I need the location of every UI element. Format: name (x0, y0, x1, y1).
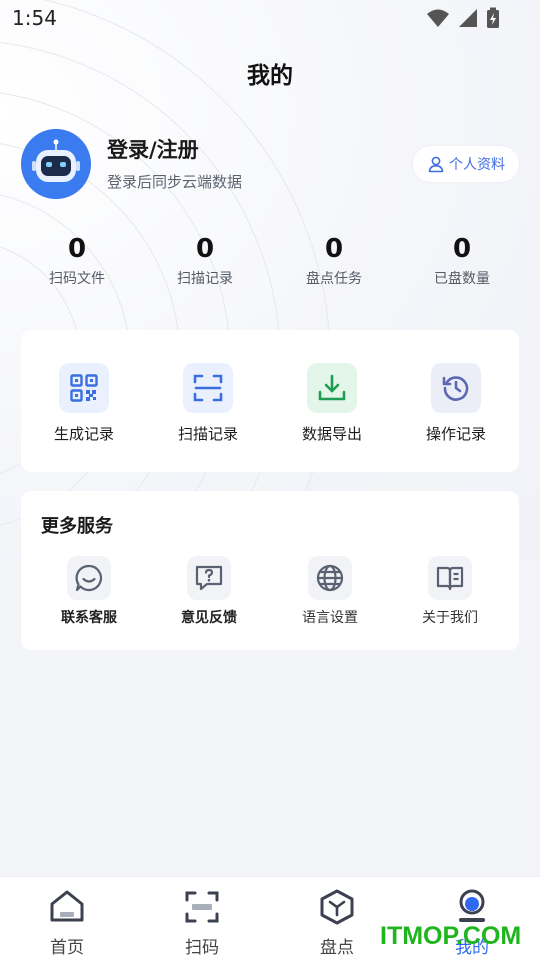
scan-frame-icon (193, 374, 223, 402)
more-services-title: 更多服务 (41, 516, 113, 537)
tool-label: 操作记录 (425, 425, 486, 443)
stat-label: 扫码文件 (49, 271, 105, 287)
stat-scan-files[interactable]: 0 扫码文件 (27, 232, 127, 288)
service-icon-box (187, 556, 231, 600)
tool-label: 生成记录 (53, 425, 114, 443)
stat-label: 扫描记录 (177, 271, 233, 287)
tab-scan[interactable]: 扫码 (147, 887, 257, 958)
tab-inventory[interactable]: 盘点 (282, 887, 392, 958)
signal-icon (459, 9, 477, 27)
service-icon-box (67, 556, 111, 600)
stat-value: 0 (195, 234, 215, 264)
avatar[interactable] (21, 129, 91, 199)
stat-value: 0 (324, 234, 344, 264)
page-title: 我的 (247, 63, 293, 89)
status-icons (426, 7, 500, 29)
stat-label: 已盘数量 (434, 271, 490, 287)
globe-icon (316, 564, 344, 592)
inventory-box-icon (320, 889, 354, 925)
battery-charging-icon (487, 7, 499, 28)
robot-avatar-icon (32, 139, 80, 182)
tab-label: 盘点 (320, 938, 354, 958)
person-icon (428, 156, 444, 173)
feedback-icon (195, 565, 223, 591)
profile-button[interactable]: 个人资料 (413, 146, 519, 182)
service-about-us[interactable]: 关于我们 (395, 556, 505, 627)
tool-scan-records[interactable]: 扫描记录 (153, 363, 263, 444)
book-icon (436, 566, 464, 591)
tab-label: 首页 (50, 938, 84, 958)
tool-label: 扫描记录 (177, 425, 238, 443)
tool-label: 数据导出 (301, 425, 362, 443)
login-subtitle: 登录后同步云端数据 (107, 173, 243, 191)
wifi-icon (427, 9, 449, 27)
stats-row: 0 扫码文件 0 扫描记录 0 盘点任务 0 已盘数量 (0, 232, 540, 296)
tool-generate-records[interactable]: 生成记录 (29, 363, 139, 444)
service-label: 关于我们 (422, 610, 478, 626)
stat-value: 0 (67, 234, 87, 264)
login-register-link[interactable]: 登录/注册 (107, 134, 199, 164)
service-icon-box (428, 556, 472, 600)
more-services-card: 更多服务 联系客服 意见反馈 语言设置 关于我们 (21, 491, 519, 650)
history-icon (442, 376, 469, 401)
stat-value: 0 (452, 234, 472, 264)
download-icon (318, 374, 346, 401)
home-icon (50, 890, 84, 922)
service-label: 联系客服 (61, 610, 117, 626)
stat-inventory-tasks[interactable]: 0 盘点任务 (284, 232, 384, 288)
qrcode-icon (70, 374, 98, 402)
chat-smile-icon (75, 564, 103, 592)
service-language-settings[interactable]: 语言设置 (275, 556, 385, 627)
service-contact-support[interactable]: 联系客服 (34, 556, 144, 627)
service-feedback[interactable]: 意见反馈 (154, 556, 264, 627)
service-icon-box (308, 556, 352, 600)
status-bar: 1:54 (0, 0, 540, 36)
watermark: ITMOP.COM (380, 922, 522, 950)
stat-scan-records[interactable]: 0 扫描记录 (155, 232, 255, 288)
tool-data-export[interactable]: 数据导出 (277, 363, 387, 444)
tab-label: 扫码 (185, 938, 219, 958)
service-label: 意见反馈 (181, 610, 237, 626)
stat-label: 盘点任务 (306, 271, 362, 287)
profile-button-label: 个人资料 (449, 157, 505, 173)
tool-icon-box (59, 363, 109, 413)
status-time: 1:54 (12, 6, 57, 30)
tool-icon-box (183, 363, 233, 413)
scan-icon (185, 891, 219, 923)
tab-home[interactable]: 首页 (12, 887, 122, 958)
tool-operation-records[interactable]: 操作记录 (401, 363, 511, 444)
stat-counted-quantity[interactable]: 0 已盘数量 (412, 232, 512, 288)
profile-icon (459, 889, 485, 922)
tools-card: 生成记录 扫描记录 数据导出 操作记录 (21, 330, 519, 472)
tool-icon-box (307, 363, 357, 413)
tool-icon-box (431, 363, 481, 413)
service-label: 语言设置 (302, 610, 358, 626)
